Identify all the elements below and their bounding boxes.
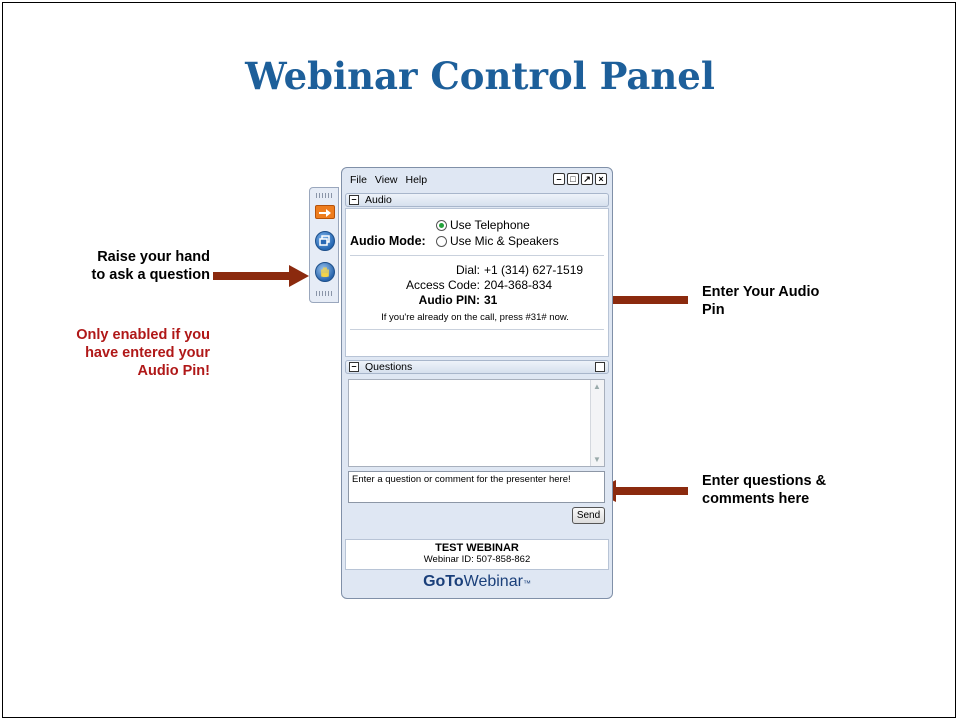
minimize-icon[interactable]: –	[553, 173, 565, 185]
raise-hand-annotation: Raise your hand to ask a question	[91, 249, 210, 283]
menu-view[interactable]: View	[375, 174, 398, 188]
radio-use-telephone[interactable]: Use Telephone	[436, 218, 530, 232]
radio-selected-icon[interactable]	[436, 219, 447, 231]
dial-value: +1 (314) 627-1519	[484, 263, 584, 277]
menu-file[interactable]: File	[350, 174, 367, 188]
radio-mic-label: Use Mic & Speakers	[450, 234, 559, 248]
toolbar-grip-top[interactable]	[316, 193, 332, 198]
side-toolbar	[309, 187, 339, 303]
scroll-down-icon[interactable]: ▼	[593, 455, 601, 464]
divider	[350, 329, 604, 330]
window-restore-icon[interactable]	[315, 231, 335, 251]
scroll-up-icon[interactable]: ▲	[593, 382, 601, 391]
radio-use-mic-speakers[interactable]: Use Mic & Speakers	[436, 234, 559, 248]
webinar-id: Webinar ID: 507-858-862	[423, 554, 531, 565]
enter-questions-annotation: Enter questions & comments here	[702, 473, 827, 507]
audio-mode-label: Audio Mode:	[350, 234, 426, 248]
window-controls: – □ ↗ ×	[553, 173, 607, 185]
scrollbar[interactable]: ▲ ▼	[590, 380, 604, 466]
popout-icon[interactable]: ↗	[581, 173, 593, 185]
maximize-icon[interactable]: □	[567, 173, 579, 185]
access-code-row: Access Code: 204-368-834	[346, 278, 604, 292]
audio-section-title: Audio	[365, 194, 392, 206]
enter-pin-annotation: Enter Your Audio Pin	[702, 284, 820, 318]
audio-section-header[interactable]: – Audio	[345, 193, 609, 207]
webinar-name: TEST WEBINAR	[435, 542, 519, 554]
audio-pin-warning: Only enabled if you have entered your Au…	[76, 327, 210, 379]
gotowebinar-logo: GoToWebinar™	[342, 573, 612, 591]
radio-unselected-icon[interactable]	[436, 235, 447, 247]
brand-tm: ™	[522, 579, 531, 588]
raise-hand-icon[interactable]	[315, 262, 335, 282]
brand-normal: Webinar	[463, 573, 523, 590]
questions-log[interactable]: ▲ ▼	[348, 379, 605, 467]
audio-pin-label: Audio PIN:	[418, 293, 480, 307]
audio-pin-row: Audio PIN: 31	[346, 293, 604, 307]
access-code-label: Access Code:	[405, 278, 480, 292]
audio-pin-value: 31	[484, 293, 498, 307]
brand-bold: GoTo	[423, 573, 464, 590]
questions-section: ▲ ▼ Enter a question or comment for the …	[345, 367, 609, 532]
question-input[interactable]: Enter a question or comment for the pres…	[348, 471, 605, 503]
audio-hint: If you're already on the call, press #31…	[381, 312, 569, 323]
control-panel: File View Help – □ ↗ × – Audio Audio Mod…	[341, 167, 613, 599]
raise-hand-arrow	[213, 265, 309, 287]
menu-help[interactable]: Help	[406, 174, 428, 188]
webinar-info: TEST WEBINAR Webinar ID: 507-858-862	[345, 539, 609, 570]
toolbar-grip-bottom[interactable]	[316, 291, 332, 296]
close-icon[interactable]: ×	[595, 173, 607, 185]
slide-title: Webinar Control Panel	[245, 54, 715, 98]
orange-arrow-icon[interactable]	[315, 205, 335, 219]
send-button[interactable]: Send	[572, 507, 605, 524]
radio-telephone-label: Use Telephone	[450, 218, 530, 232]
collapse-icon[interactable]: –	[349, 195, 359, 205]
audio-section: Audio Mode: Use Telephone Use Mic & Spea…	[345, 208, 609, 357]
menu-bar: File View Help	[350, 174, 427, 188]
divider	[350, 255, 604, 256]
dial-label: Dial:	[455, 263, 480, 277]
access-code-value: 204-368-834	[484, 278, 553, 292]
dial-row: Dial: +1 (314) 627-1519	[346, 263, 604, 277]
